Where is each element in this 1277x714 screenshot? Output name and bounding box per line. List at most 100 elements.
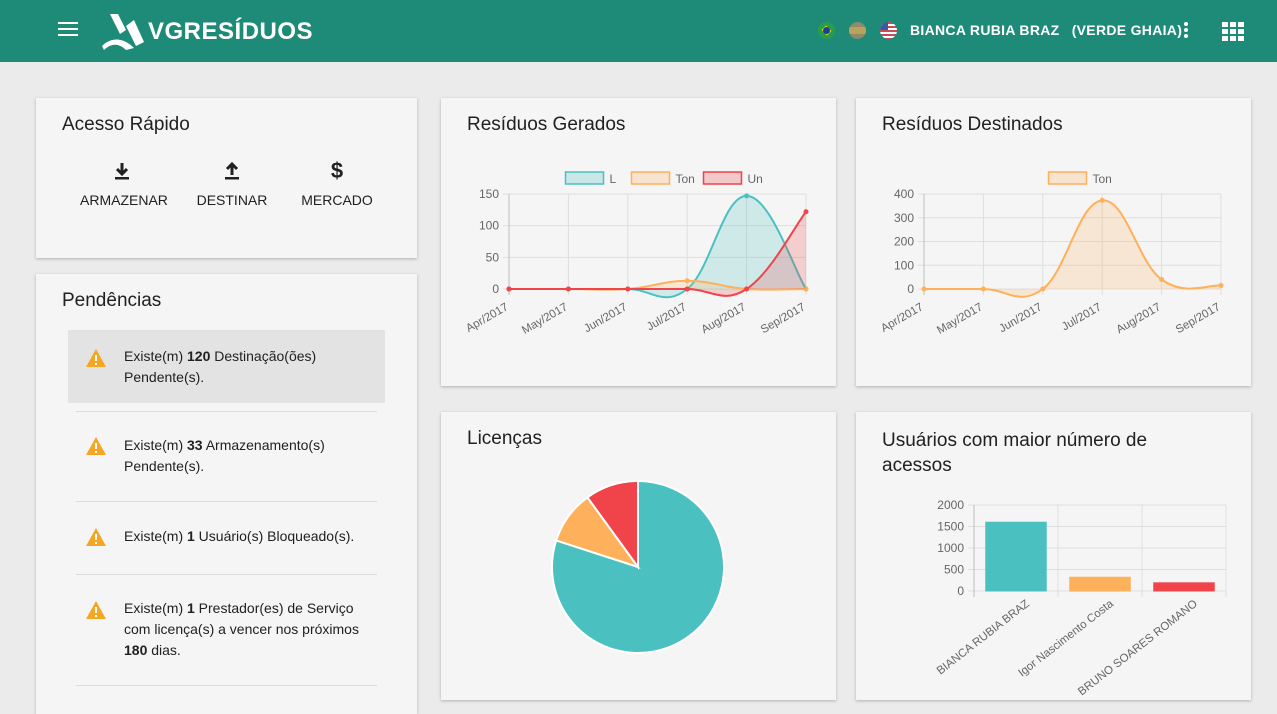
card-title: Pendências [62, 290, 162, 311]
x-tick-label: Apr/2017 [464, 301, 510, 335]
download-icon [115, 163, 129, 180]
store-button[interactable]: ARMAZENAR [80, 160, 168, 208]
warning-icon [86, 528, 106, 546]
legend-label: Ton [676, 172, 695, 186]
x-tick-label: Aug/2017 [699, 301, 748, 336]
divider [76, 685, 377, 686]
data-point [506, 286, 512, 292]
data-point [803, 209, 809, 215]
dispose-button[interactable]: DESTINAR [194, 160, 270, 208]
data-point [684, 278, 690, 284]
y-tick-label: 500 [944, 563, 964, 577]
bar [1069, 576, 1131, 592]
logo-text: VGRESÍDUOS [148, 18, 314, 45]
x-tick-label: Jul/2017 [645, 301, 689, 333]
data-point [921, 286, 927, 292]
market-button-label: MERCADO [301, 192, 373, 208]
licenses-card: Licenças [441, 412, 836, 700]
warning-icon [86, 437, 106, 455]
upload-icon [225, 161, 239, 180]
bar [1153, 582, 1215, 592]
user-name: BIANCA RUBIA BRAZ [910, 22, 1060, 38]
language-flags [818, 22, 897, 39]
divider [76, 574, 377, 575]
x-tick-label: May/2017 [935, 301, 985, 337]
x-tick-label: Jun/2017 [997, 301, 1044, 335]
y-tick-label: 0 [907, 282, 914, 296]
dollar-icon: $ [330, 158, 344, 183]
user-organization: (VERDE GHAIA) [1071, 22, 1183, 38]
data-point [1218, 282, 1224, 288]
legend-label: L [610, 172, 617, 186]
y-tick-label: 0 [492, 282, 499, 296]
x-tick-label: Sep/2017 [1174, 301, 1223, 336]
hamburger-menu-icon[interactable] [58, 22, 78, 38]
x-tick-label: Sep/2017 [759, 301, 808, 336]
divider [76, 501, 377, 502]
legend-label: Un [748, 172, 763, 186]
data-point [744, 286, 750, 292]
legend-swatch [630, 171, 671, 185]
usa-flag-icon[interactable] [880, 22, 897, 39]
y-tick-label: 200 [894, 235, 914, 249]
pending-text: Existe(m) 33 Armazenamento(s) Pendente(s… [124, 437, 325, 474]
top-users-bar-chart: 0 500 1000 1500 2000 BIANCA RUBIA BRAZIgor Na… [935, 498, 1227, 698]
y-tick-label: 1000 [937, 541, 964, 555]
pending-text: Existe(m) 1 Prestador(es) de Serviço com… [124, 600, 359, 658]
app-logo[interactable]: VGRESÍDUOS [100, 12, 313, 52]
y-tick-label: 150 [479, 187, 499, 201]
data-point [1159, 277, 1165, 282]
recycle-logo-icon [102, 14, 144, 50]
apps-grid-icon[interactable] [1222, 22, 1244, 41]
data-point [565, 286, 571, 292]
x-tick-label: Igor Nascimento Costa [1016, 598, 1116, 680]
y-tick-label: 0 [957, 584, 964, 598]
brazil-flag-icon[interactable] [818, 22, 835, 39]
legend-swatch [702, 171, 743, 185]
data-point [1099, 197, 1105, 203]
y-tick-label: 400 [894, 187, 914, 201]
user-info[interactable]: BIANCA RUBIA BRAZ (VERDE GHAIA) [910, 22, 1182, 38]
disposed-waste-chart: Ton 0 100 200 300 400 Apr/2017 May/2017 Jun/2017… [879, 171, 1224, 337]
generated-waste-card: Resíduos Gerados L Ton Un 0 50 100 150 Apr/2017… [441, 98, 836, 386]
kebab-menu-icon[interactable] [1181, 22, 1191, 40]
spain-flag-icon[interactable] [849, 22, 866, 39]
pending-card: Pendências Existe(m) 120 Destinação(ões)… [36, 274, 417, 714]
card-title: Acesso Rápido [62, 114, 190, 135]
legend-swatch [1047, 171, 1088, 185]
series-area [924, 200, 1221, 297]
disposed-waste-card: Resíduos Destinados Ton 0 100 200 300 400 Apr/… [856, 98, 1251, 386]
pending-item[interactable]: Existe(m) 33 Armazenamento(s) Pendente(s… [68, 420, 385, 500]
pending-text: Existe(m) 1 Usuário(s) Bloqueado(s). [124, 528, 355, 544]
y-tick-label: 50 [486, 250, 500, 264]
bar [985, 521, 1047, 592]
x-tick-label: Aug/2017 [1114, 301, 1163, 336]
y-tick-label: 2000 [937, 498, 964, 512]
dispose-button-label: DESTINAR [196, 192, 268, 208]
data-point [1040, 286, 1046, 292]
pending-item[interactable]: Existe(m) 1 Usuário(s) Bloqueado(s). [68, 510, 385, 574]
legend-label: Ton [1093, 172, 1112, 186]
data-point [625, 286, 631, 292]
data-point [684, 286, 690, 292]
x-tick-label: BIANCA RUBIA BRAZ [935, 598, 1032, 677]
quick-access-card: Acesso Rápido ARMAZENAR DESTINAR $ MERCA… [36, 98, 417, 258]
pending-item[interactable]: Existe(m) 1 Prestador(es) de Serviço com… [68, 584, 385, 684]
generated-waste-chart: L Ton Un 0 50 100 150 Apr/2017 May/2017 Jun/2017 J… [464, 171, 809, 337]
market-button[interactable]: $ MERCADO [300, 158, 374, 209]
x-tick-label: May/2017 [520, 301, 570, 337]
legend-swatch [564, 171, 605, 185]
y-tick-label: 100 [894, 258, 914, 272]
warning-icon [86, 601, 106, 619]
pending-text: Existe(m) 120 Destinação(ões) Pendente(s… [124, 348, 317, 385]
pending-item[interactable]: Existe(m) 120 Destinação(ões) Pendente(s… [68, 330, 385, 403]
licenses-pie-chart [551, 479, 725, 654]
data-point [744, 193, 750, 199]
divider [76, 411, 377, 412]
x-tick-label: Jul/2017 [1060, 301, 1104, 333]
x-tick-label: Jun/2017 [582, 301, 629, 335]
y-tick-label: 100 [479, 219, 499, 233]
store-button-label: ARMAZENAR [80, 192, 168, 208]
y-tick-label: 1500 [937, 520, 964, 534]
top-app-bar: VGRESÍDUOS BIANCA RUBIA BRAZ (VERDE GHAI… [0, 0, 1277, 62]
